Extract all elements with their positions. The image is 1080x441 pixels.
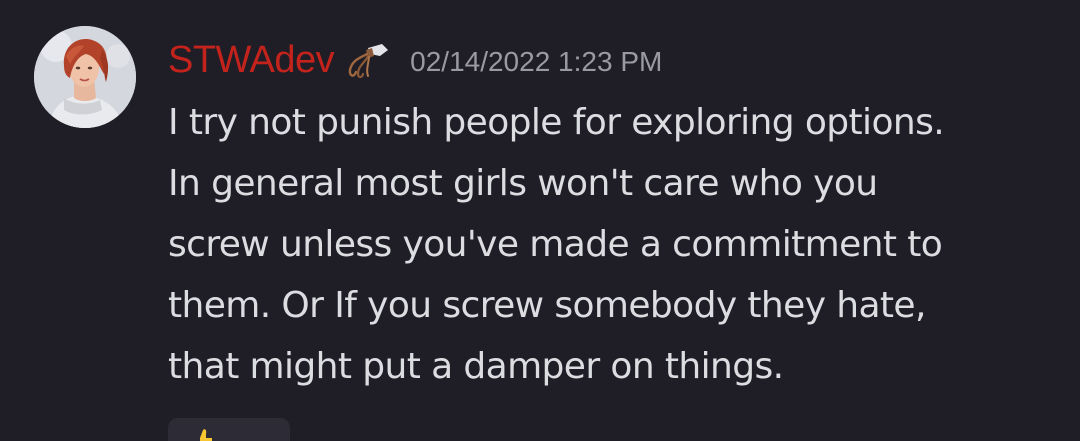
message-line: them. Or If you screw somebody they hate… bbox=[168, 285, 926, 326]
thumbs-up-icon bbox=[200, 429, 212, 441]
message-line: In general most girls won't care who you bbox=[168, 163, 878, 204]
message-line: that might put a damper on things. bbox=[168, 346, 784, 387]
whip-icon bbox=[342, 40, 390, 80]
username[interactable]: STWAdev bbox=[168, 39, 335, 82]
avatar-portrait-icon bbox=[34, 26, 136, 128]
message-line: I try not punish people for exploring op… bbox=[168, 102, 945, 143]
timestamp: 02/14/2022 1:23 PM bbox=[410, 46, 663, 77]
avatar[interactable] bbox=[34, 26, 136, 128]
reaction-button[interactable] bbox=[168, 418, 290, 441]
message-content: I try not punish people for exploring op… bbox=[168, 92, 1048, 397]
message-header: STWAdev 02/14/2022 1:23 PM bbox=[168, 32, 662, 88]
message-line: screw unless you've made a commitment to bbox=[168, 224, 943, 265]
chat-message: STWAdev 02/14/2022 1:23 PM I try not pun… bbox=[0, 0, 1080, 441]
